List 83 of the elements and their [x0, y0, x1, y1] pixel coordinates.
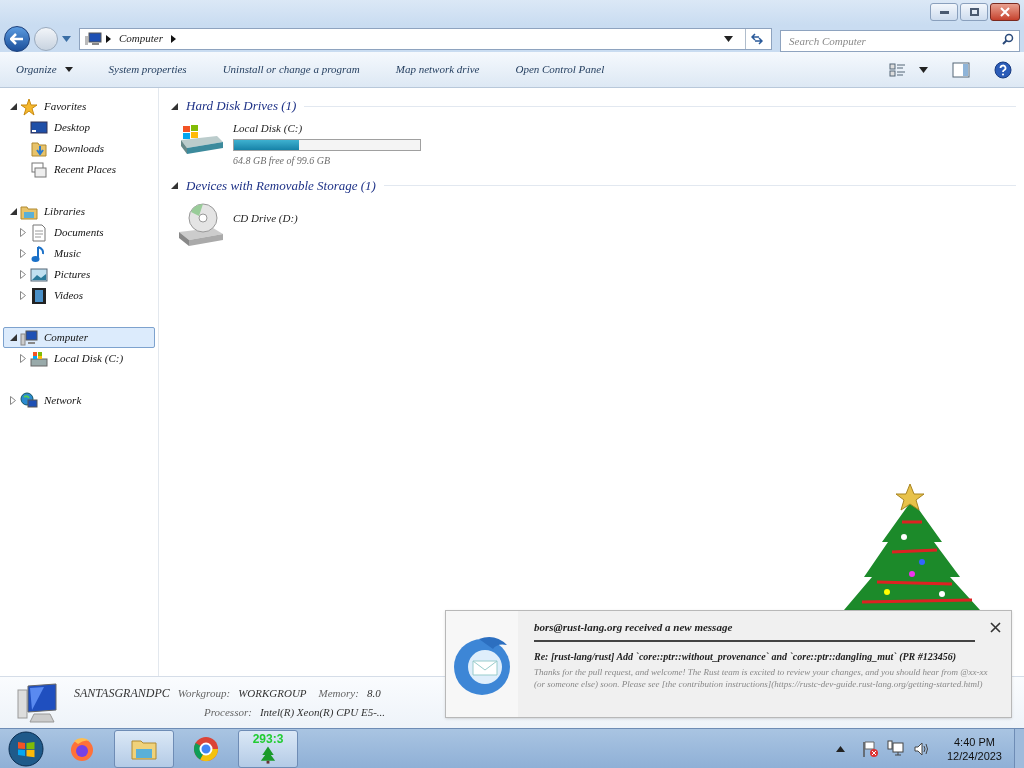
expand-icon[interactable]	[20, 228, 26, 237]
notification-subject: Re: [rust-lang/rust] Add `core::ptr::without_provenance` and `core::ptr::dangling_mut` (PR #123456)	[534, 649, 958, 663]
toolbar-button[interactable]: Uninstall or change a program	[218, 61, 364, 78]
chevron-icon[interactable]	[106, 34, 111, 43]
expand-icon[interactable]	[20, 249, 26, 258]
tree-item[interactable]: Network	[3, 390, 155, 411]
field-label: Processor:	[204, 705, 252, 721]
expand-icon[interactable]	[10, 396, 16, 405]
address-bar[interactable]: Computer	[79, 27, 772, 50]
expand-icon[interactable]	[20, 354, 26, 363]
recent-places-icon	[30, 160, 48, 179]
collapse-icon[interactable]	[9, 208, 17, 215]
toolbar-button[interactable]: Open Control Panel	[511, 61, 609, 78]
tree-item[interactable]: Favorites	[3, 96, 155, 117]
help-icon[interactable]	[994, 60, 1012, 79]
search-icon	[1002, 32, 1014, 45]
picture-icon	[30, 265, 48, 284]
group-header[interactable]: Devices with Removable Storage (1)	[186, 175, 376, 196]
taskbar-button[interactable]	[114, 729, 174, 768]
clock-time[interactable]: 4:40 PM	[954, 734, 995, 749]
computer-icon	[84, 31, 102, 46]
caret-icon	[64, 67, 73, 72]
close-button[interactable]	[990, 3, 1020, 21]
free-space-text: 64.8 GB free of 99.6 GB	[233, 153, 332, 168]
toolbar-button[interactable]: Organize	[12, 61, 77, 78]
tree-item[interactable]: Videos	[3, 285, 155, 306]
toolbar-button[interactable]: Map network drive	[391, 61, 484, 78]
search-field[interactable]: Search Computer	[780, 29, 1020, 52]
tree-item[interactable]: Computer	[3, 327, 155, 348]
tree-item[interactable]: Libraries	[3, 201, 155, 222]
tree-item[interactable]: Recent Places	[3, 159, 155, 180]
minimize-button[interactable]	[930, 3, 958, 21]
toolbar-button[interactable]: System properties	[104, 61, 191, 78]
field-value: 8.0	[366, 686, 381, 702]
collapse-icon[interactable]	[9, 334, 17, 341]
flag-icon[interactable]	[860, 739, 879, 758]
notification-title: bors@rust-lang.org received a new message	[534, 619, 975, 642]
tree-item[interactable]: Documents	[3, 222, 155, 243]
tree-item[interactable]: Desktop	[3, 117, 155, 138]
show-hidden-icons-icon[interactable]	[835, 745, 845, 752]
field-label: Workgroup:	[177, 686, 231, 702]
close-button[interactable]	[987, 619, 1003, 635]
clock-date[interactable]: 12/24/2023	[946, 748, 1002, 763]
breadcrumb[interactable]: Computer	[119, 30, 163, 47]
network-icon	[20, 391, 38, 410]
expand-icon[interactable]	[20, 270, 26, 279]
tree-icon	[258, 744, 278, 765]
tree-item[interactable]: Downloads	[3, 138, 155, 159]
field-value: Intel(R) Xeon(R) CPU E5-...	[259, 705, 386, 721]
desktop-icon	[30, 118, 48, 137]
folder-icon	[30, 139, 48, 158]
close-icon	[1000, 7, 1010, 17]
view-options-icon[interactable]	[889, 61, 907, 78]
dropdown-icon[interactable]	[919, 66, 928, 73]
computer-icon	[20, 328, 38, 347]
chevron-icon[interactable]	[171, 34, 176, 43]
drive-icon	[30, 349, 48, 368]
tree-item[interactable]: Pictures	[3, 264, 155, 285]
maximize-button[interactable]	[960, 3, 988, 21]
back-arrow-icon	[10, 32, 24, 45]
computer-name: SANTASGRANDPC	[74, 685, 170, 703]
field-label: Memory:	[318, 686, 359, 702]
back-button[interactable]	[4, 25, 30, 52]
document-icon	[30, 223, 48, 242]
collapse-icon[interactable]	[171, 102, 178, 110]
field-value: WORKGROUP	[238, 686, 307, 702]
tree-item[interactable]: Music	[3, 243, 155, 264]
drive-name[interactable]: Local Disk (C:)	[233, 120, 421, 137]
collapse-icon[interactable]	[9, 103, 17, 110]
expand-icon[interactable]	[20, 291, 26, 300]
star-icon	[20, 97, 38, 116]
tree-item[interactable]: Local Disk (C:)	[3, 348, 155, 369]
start-button[interactable]	[6, 729, 46, 768]
notification-body: Thanks for the pull request, and welcome! The Rust team is excited to review your changes, and you should hear from @xx-xx (or someone else) soon. Please see [the contribution instructions](https://rustc-dev-guide.rust-lang.org/getting-started.html)	[534, 665, 989, 690]
chrome-icon	[192, 734, 220, 763]
collapse-icon[interactable]	[171, 182, 178, 189]
group-header[interactable]: Hard Disk Drives (1)	[186, 96, 297, 116]
dropdown-icon[interactable]	[724, 35, 733, 42]
history-dropdown-icon[interactable]	[62, 35, 71, 42]
drive-name[interactable]: CD Drive (D:)	[233, 209, 298, 226]
film-icon	[30, 286, 48, 305]
network-icon[interactable]	[886, 739, 905, 758]
refresh-icon	[750, 32, 763, 45]
